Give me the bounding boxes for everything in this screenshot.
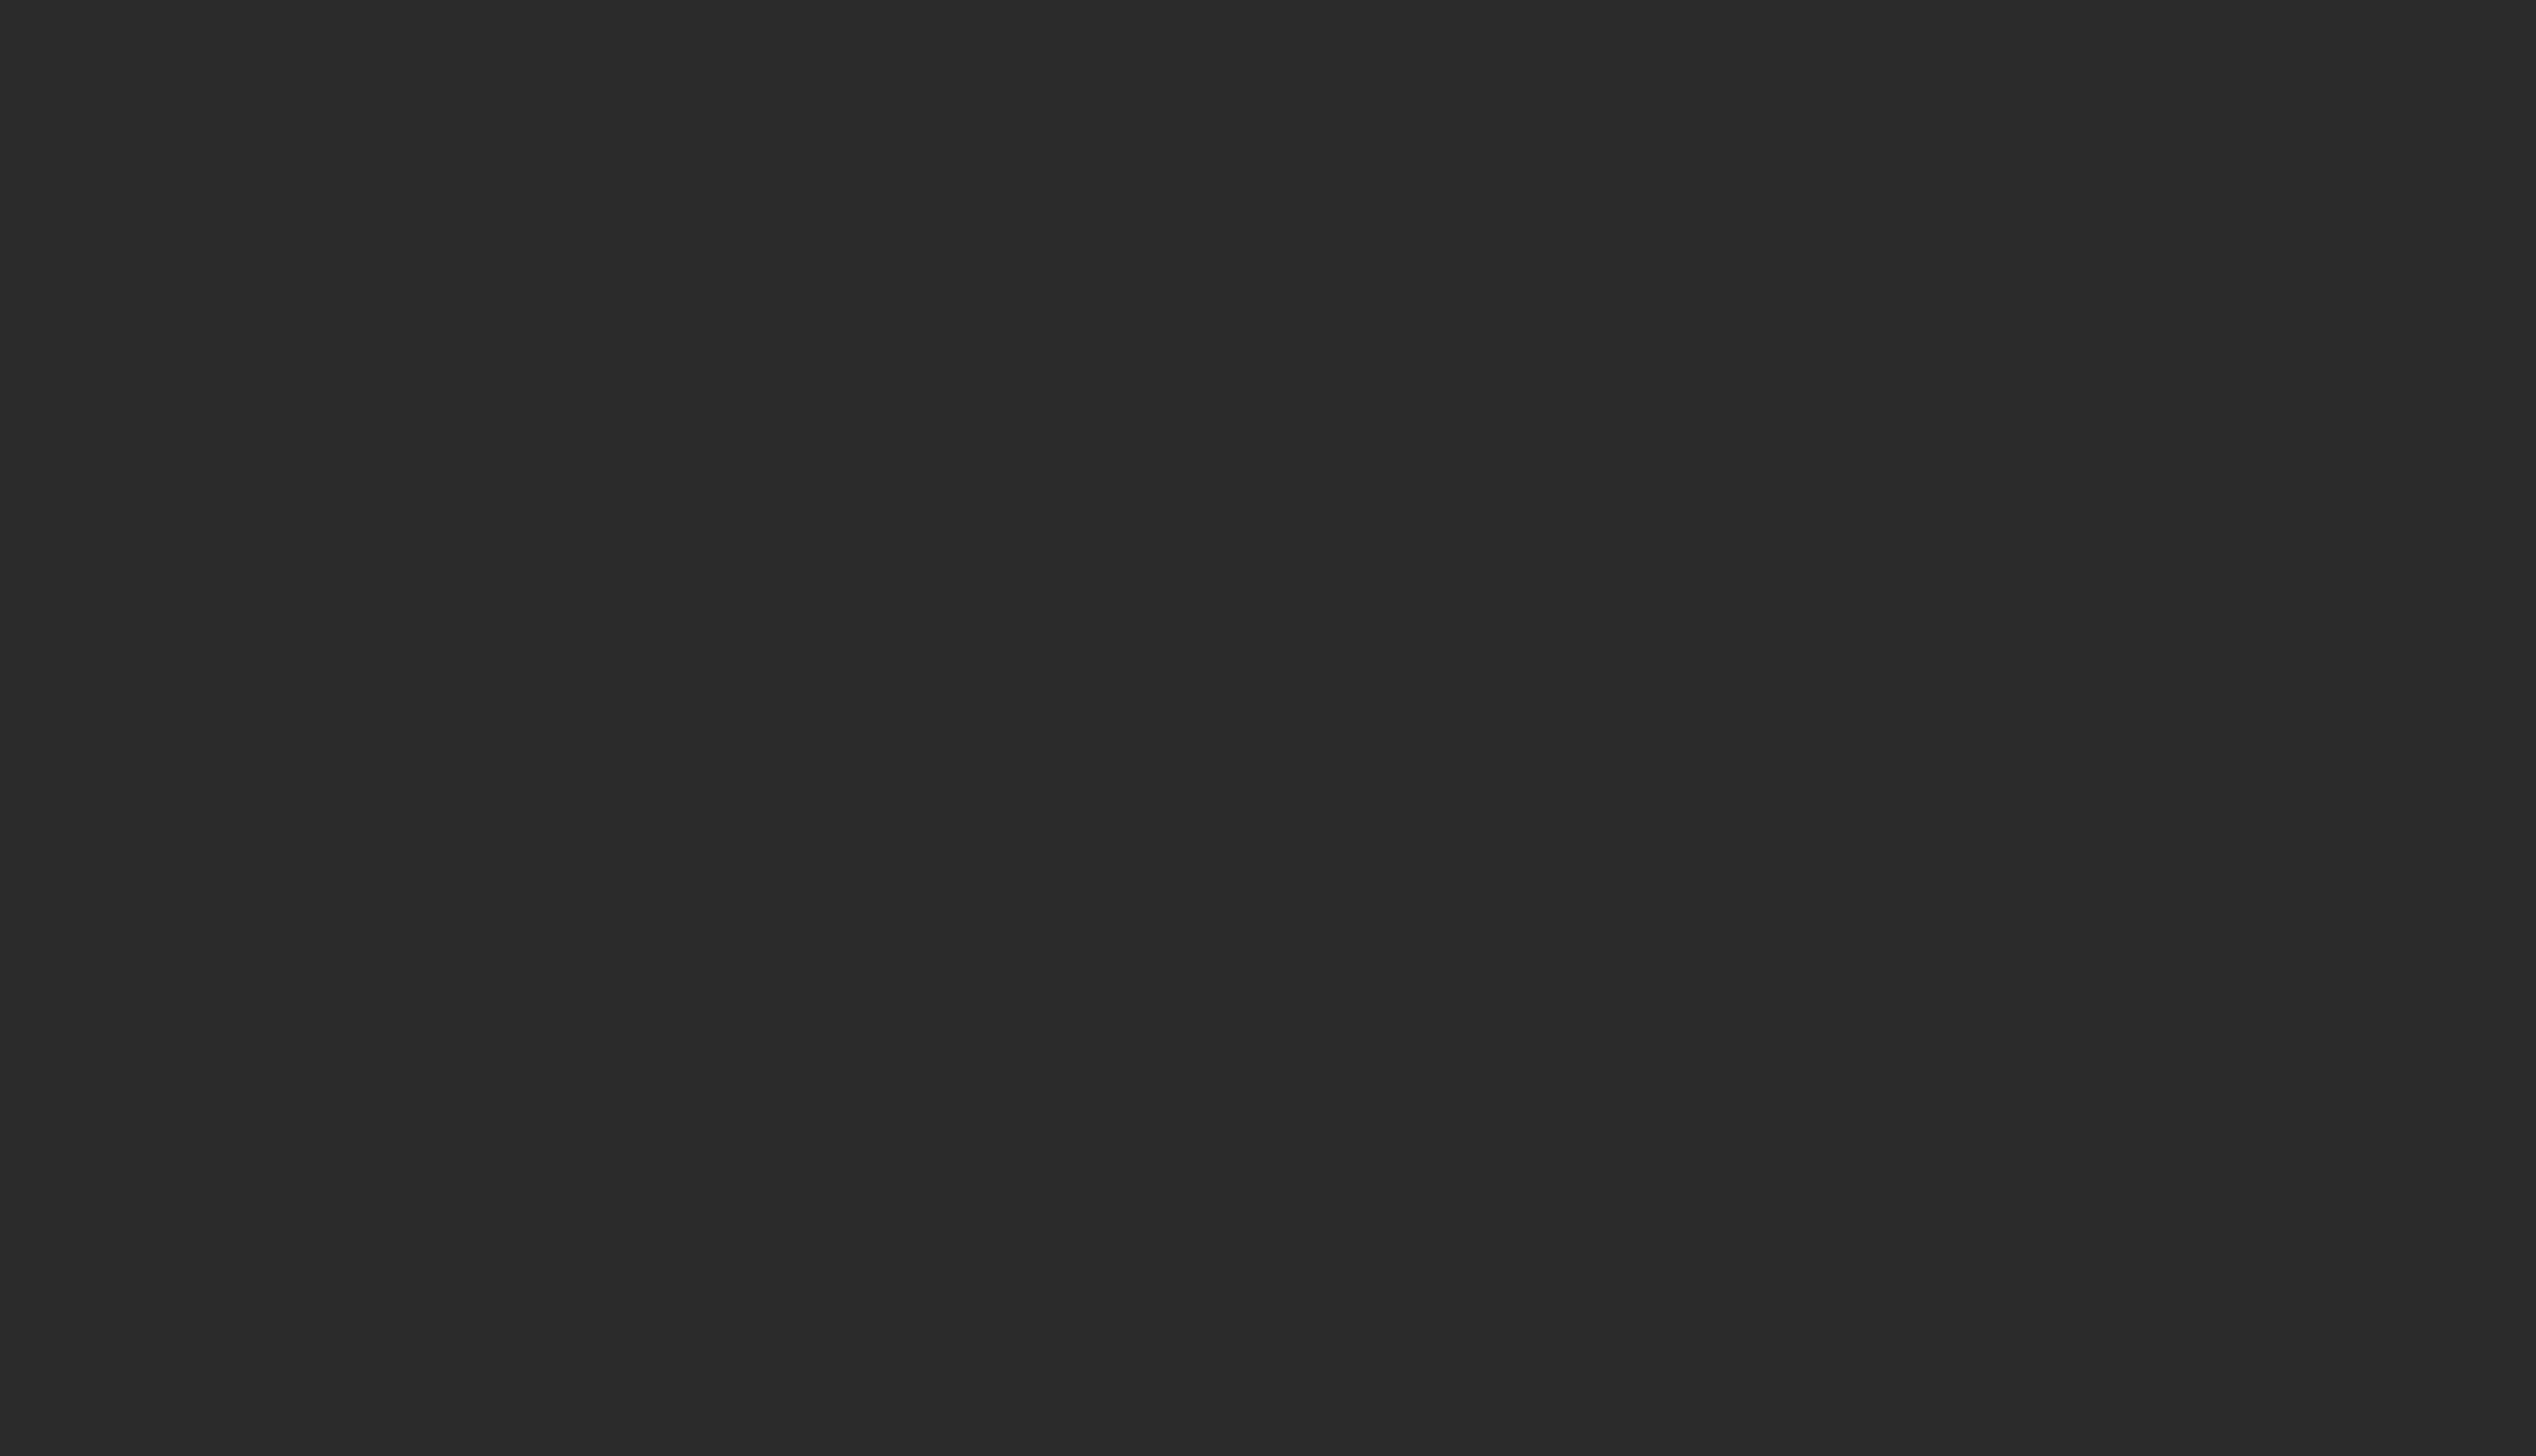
goland-window — [0, 0, 2536, 1456]
